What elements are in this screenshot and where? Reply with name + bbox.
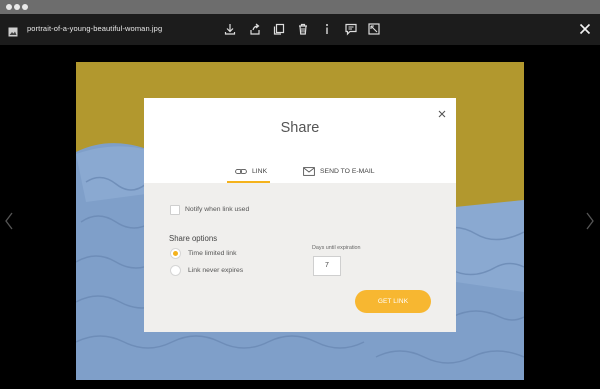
tab-label: SEND TO E-MAIL xyxy=(320,168,375,175)
chevron-right-icon[interactable] xyxy=(585,212,595,230)
info-icon[interactable] xyxy=(320,22,334,36)
link-icon xyxy=(235,167,247,176)
image-file-icon xyxy=(8,24,18,37)
share-options-panel: Notify when link used Share options Time… xyxy=(144,183,456,332)
radio-time-limited[interactable] xyxy=(170,248,181,259)
tab-label: LINK xyxy=(252,168,268,175)
share-options-heading: Share options xyxy=(169,234,218,243)
window-control-maximize[interactable] xyxy=(22,4,28,10)
tab-link[interactable]: LINK xyxy=(235,160,267,183)
expiration-label: Days until expiration xyxy=(312,245,361,251)
viewer-toolbar: portrait-of-a-young-beautiful-woman.jpg xyxy=(0,14,600,45)
trash-icon[interactable] xyxy=(296,22,310,36)
close-icon[interactable] xyxy=(437,106,447,118)
share-dialog: Share LINK SEND TO E-MAIL Notify when li… xyxy=(144,98,456,332)
comment-icon[interactable] xyxy=(344,22,358,36)
file-name: portrait-of-a-young-beautiful-woman.jpg xyxy=(27,24,163,33)
fullscreen-icon[interactable] xyxy=(367,22,381,36)
radio-label-time-limited: Time limited link xyxy=(188,250,237,257)
tab-send-email[interactable]: SEND TO E-MAIL xyxy=(303,160,375,183)
dialog-title: Share xyxy=(280,120,320,136)
window-control-close[interactable] xyxy=(6,4,12,10)
radio-never-expires[interactable] xyxy=(170,265,181,276)
download-icon[interactable] xyxy=(223,22,237,36)
window-control-minimize[interactable] xyxy=(14,4,20,10)
share-icon[interactable] xyxy=(248,22,262,36)
get-link-button[interactable]: GET LINK xyxy=(355,290,431,313)
close-icon[interactable] xyxy=(578,22,592,36)
mail-icon xyxy=(303,167,315,176)
photo-viewer-window: portrait-of-a-young-beautiful-woman.jpg xyxy=(0,0,600,389)
window-titlebar xyxy=(0,0,600,14)
chevron-left-icon[interactable] xyxy=(4,212,14,230)
expiration-days-input[interactable]: 7 xyxy=(313,256,341,276)
radio-label-never-expires: Link never expires xyxy=(188,267,244,274)
notify-checkbox[interactable] xyxy=(170,205,180,215)
copy-icon[interactable] xyxy=(272,22,286,36)
notify-label: Notify when link used xyxy=(185,206,250,213)
share-tabs: LINK SEND TO E-MAIL xyxy=(144,160,456,183)
